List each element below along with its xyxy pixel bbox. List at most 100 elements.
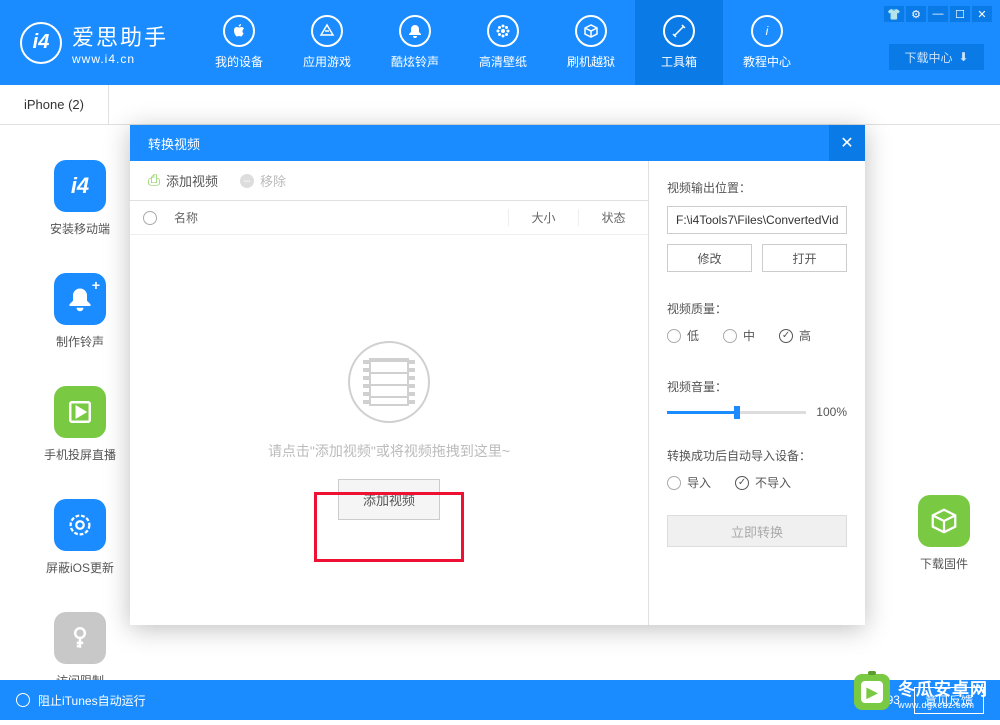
add-file-icon: ⎙ <box>148 172 160 189</box>
select-all-checkbox[interactable] <box>130 211 170 225</box>
tool-label: 安装移动端 <box>50 220 110 237</box>
logo-text: 爱思助手 www.i4.cn <box>72 20 168 66</box>
modal-titlebar: 转换视频 ✕ <box>130 125 865 161</box>
table-header: 名称 大小 状态 <box>130 201 648 235</box>
apple-icon <box>223 15 255 47</box>
nav-my-device[interactable]: 我的设备 <box>195 0 283 85</box>
nav-jailbreak[interactable]: 刷机越狱 <box>547 0 635 85</box>
main-nav: 我的设备 应用游戏 酷炫铃声 高清壁纸 刷机越狱 工具箱 i 教程中心 <box>195 0 811 85</box>
modal-title-text: 转换视频 <box>148 134 200 153</box>
itunes-toggle[interactable] <box>16 693 30 707</box>
quality-label: 视频质量： <box>667 300 847 317</box>
tool-label: 屏蔽iOS更新 <box>46 559 114 576</box>
quality-mid[interactable]: 中 <box>723 327 755 344</box>
nav-apps[interactable]: 应用游戏 <box>283 0 371 85</box>
feedback-button[interactable]: 意见反馈 <box>914 687 984 714</box>
tool-grid-left: i4 安装移动端 + 制作铃声 手机投屏直播 屏蔽iOS更新 访问限制 <box>20 160 140 725</box>
nav-label: 教程中心 <box>743 53 791 70</box>
tool-label: 下载固件 <box>920 555 968 572</box>
tool-ringtone[interactable]: + 制作铃声 <box>20 273 140 350</box>
volume-label: 视频音量： <box>667 378 847 395</box>
add-label: 添加视频 <box>166 171 218 190</box>
tool-block-update[interactable]: 屏蔽iOS更新 <box>20 499 140 576</box>
convert-button[interactable]: 立即转换 <box>667 515 847 547</box>
nav-label: 工具箱 <box>661 53 697 70</box>
shirt-icon[interactable]: 👕 <box>884 6 904 22</box>
dropzone-hint: 请点击"添加视频"或将视频拖拽到这里~ <box>268 441 510 461</box>
tool-screencast[interactable]: 手机投屏直播 <box>20 386 140 463</box>
nav-ringtones[interactable]: 酷炫铃声 <box>371 0 459 85</box>
key-icon <box>54 612 106 664</box>
modal-close-button[interactable]: ✕ <box>829 125 865 161</box>
tool-label: 制作铃声 <box>56 333 104 350</box>
remove-button[interactable]: – 移除 <box>240 171 286 190</box>
tool-restrictions[interactable]: 访问限制 <box>20 612 140 689</box>
modal-toolbar: ⎙ 添加视频 – 移除 <box>130 161 648 201</box>
i4-icon: i4 <box>54 160 106 212</box>
nav-label: 刷机越狱 <box>567 53 615 70</box>
app-url: www.i4.cn <box>72 52 168 66</box>
box-icon <box>575 15 607 47</box>
download-center-button[interactable]: 下载中心 ⬇ <box>889 44 984 70</box>
output-label: 视频输出位置： <box>667 179 847 196</box>
logo-icon: i4 <box>20 22 62 64</box>
bell-icon <box>399 15 431 47</box>
tool-install-mobile[interactable]: i4 安装移动端 <box>20 160 140 237</box>
nav-label: 我的设备 <box>215 53 263 70</box>
col-size: 大小 <box>508 209 578 226</box>
app-header: i4 爱思助手 www.i4.cn 我的设备 应用游戏 酷炫铃声 高清壁纸 刷机… <box>0 0 1000 85</box>
add-video-center-button[interactable]: 添加视频 <box>338 479 440 520</box>
cube-icon <box>918 495 970 547</box>
film-icon <box>348 341 430 423</box>
modal-left-panel: ⎙ 添加视频 – 移除 名称 大小 状态 请点击"添加视频"或将视 <box>130 161 649 625</box>
convert-video-modal: 转换视频 ✕ ⎙ 添加视频 – 移除 名称 大小 <box>130 125 865 625</box>
svg-text:i: i <box>766 24 769 38</box>
tab-iphone[interactable]: iPhone (2) <box>0 85 109 124</box>
app-name: 爱思助手 <box>72 20 168 52</box>
nav-toolbox[interactable]: 工具箱 <box>635 0 723 85</box>
content-area: i4 安装移动端 + 制作铃声 手机投屏直播 屏蔽iOS更新 访问限制 下载固件 <box>0 125 1000 680</box>
modal-right-panel: 视频输出位置： F:\i4Tools7\Files\ConvertedVid 修… <box>649 161 865 625</box>
settings-icon[interactable]: ⚙ <box>906 6 926 22</box>
nav-label: 酷炫铃声 <box>391 53 439 70</box>
remove-label: 移除 <box>260 171 286 190</box>
flower-icon <box>487 15 519 47</box>
itunes-label: 阻止iTunes自动运行 <box>38 692 146 709</box>
minimize-button[interactable]: — <box>928 6 948 22</box>
close-button[interactable]: ✕ <box>972 6 992 22</box>
statusbar: 阻止iTunes自动运行 V7.93 意见反馈 <box>0 680 1000 720</box>
nav-label: 应用游戏 <box>303 53 351 70</box>
download-icon: ⬇ <box>958 50 968 64</box>
bell-icon: + <box>54 273 106 325</box>
import-no[interactable]: 不导入 <box>735 474 791 491</box>
window-controls: 👕 ⚙ — ☐ ✕ <box>884 6 992 22</box>
play-icon <box>54 386 106 438</box>
autoimport-label: 转换成功后自动导入设备： <box>667 447 847 464</box>
appstore-icon <box>311 15 343 47</box>
add-video-button[interactable]: ⎙ 添加视频 <box>148 171 218 190</box>
version-label: V7.93 <box>869 693 900 707</box>
modify-button[interactable]: 修改 <box>667 244 752 272</box>
col-status: 状态 <box>578 209 648 226</box>
tool-label: 手机投屏直播 <box>44 446 116 463</box>
open-button[interactable]: 打开 <box>762 244 847 272</box>
import-yes[interactable]: 导入 <box>667 474 711 491</box>
quality-high[interactable]: 高 <box>779 327 811 344</box>
volume-value: 100% <box>816 405 847 419</box>
nav-tutorials[interactable]: i 教程中心 <box>723 0 811 85</box>
device-tabs: iPhone (2) <box>0 85 1000 125</box>
output-path-field[interactable]: F:\i4Tools7\Files\ConvertedVid <box>667 206 847 234</box>
logo[interactable]: i4 爱思助手 www.i4.cn <box>0 20 195 66</box>
tools-icon <box>663 15 695 47</box>
volume-slider[interactable]: 100% <box>667 405 847 419</box>
dropzone[interactable]: 请点击"添加视频"或将视频拖拽到这里~ 添加视频 <box>130 235 648 625</box>
info-icon: i <box>751 15 783 47</box>
nav-label: 高清壁纸 <box>479 53 527 70</box>
nav-wallpapers[interactable]: 高清壁纸 <box>459 0 547 85</box>
remove-icon: – <box>240 174 254 188</box>
download-center-label: 下载中心 <box>904 49 952 66</box>
col-name: 名称 <box>170 209 508 226</box>
tool-download-firmware[interactable]: 下载固件 <box>918 495 970 572</box>
maximize-button[interactable]: ☐ <box>950 6 970 22</box>
quality-low[interactable]: 低 <box>667 327 699 344</box>
